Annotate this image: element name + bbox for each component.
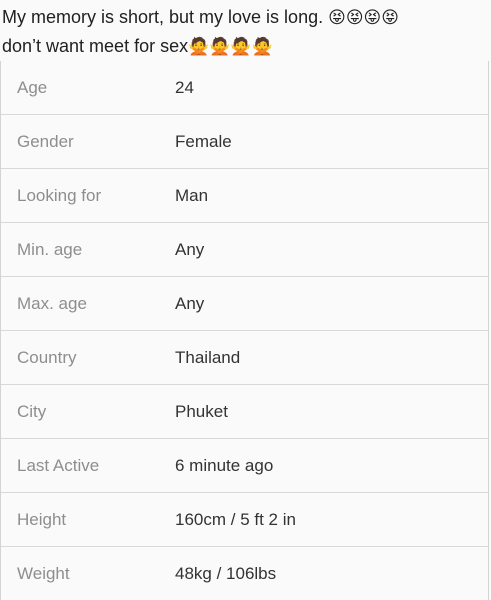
detail-value: 24	[175, 77, 194, 97]
detail-label: Max. age	[17, 293, 87, 313]
detail-value: Man	[175, 185, 209, 205]
bio-line-1: My memory is short, but my love is long.…	[2, 3, 489, 32]
detail-value: Female	[175, 131, 232, 151]
tongue-emoji-group: 😝😝😝😝	[328, 8, 399, 28]
bio-line-2: don’t want meet for sex🙅🙅🙅🙅	[2, 32, 489, 61]
no-gesture-emoji-group: 🙅🙅🙅🙅	[188, 37, 273, 57]
detail-label: Gender	[17, 131, 74, 151]
detail-row-city: City Phuket	[1, 385, 488, 439]
detail-label: Looking for	[17, 185, 102, 205]
profile-details-table: Age 24 Gender Female Looking for Man Min…	[0, 61, 489, 600]
detail-value: Any	[175, 239, 205, 259]
bio-line-2-text: don’t want meet for sex	[2, 36, 189, 56]
bio-text: My memory is short, but my love is long.…	[0, 0, 491, 58]
detail-row-looking-for: Looking for Man	[1, 169, 488, 223]
detail-label: Min. age	[17, 239, 83, 259]
bio-line-1-text: My memory is short, but my love is long.	[2, 7, 329, 27]
detail-value: Any	[175, 293, 205, 313]
detail-row-gender: Gender Female	[1, 115, 488, 169]
detail-row-max-age: Max. age Any	[1, 277, 488, 331]
profile-page: My memory is short, but my love is long.…	[0, 0, 491, 600]
detail-row-height: Height 160cm / 5 ft 2 in	[1, 493, 488, 547]
detail-value: 160cm / 5 ft 2 in	[175, 509, 296, 529]
detail-value: 48kg / 106lbs	[175, 563, 277, 583]
detail-label: City	[17, 401, 47, 421]
detail-label: Weight	[17, 563, 70, 583]
detail-value: Thailand	[175, 347, 241, 367]
detail-value: 6 minute ago	[175, 455, 274, 475]
detail-row-country: Country Thailand	[1, 331, 488, 385]
detail-row-last-active: Last Active 6 minute ago	[1, 439, 488, 493]
detail-label: Height	[17, 509, 67, 529]
detail-label: Country	[17, 347, 77, 367]
detail-row-age: Age 24	[1, 61, 488, 115]
detail-label: Last Active	[17, 455, 100, 475]
detail-row-min-age: Min. age Any	[1, 223, 488, 277]
detail-value: Phuket	[175, 401, 228, 421]
detail-label: Age	[17, 77, 48, 97]
detail-row-weight: Weight 48kg / 106lbs	[1, 547, 488, 600]
